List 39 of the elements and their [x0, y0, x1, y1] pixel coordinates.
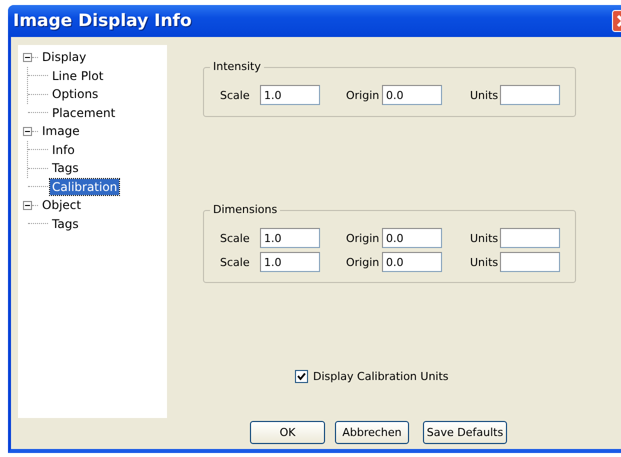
- scale-field[interactable]: 1.0: [260, 252, 320, 272]
- tree-item[interactable]: Calibration: [50, 178, 120, 195]
- field-label: Origin: [346, 88, 380, 102]
- field-label: Units: [470, 88, 500, 102]
- collapse-icon[interactable]: [23, 200, 32, 210]
- origin-field[interactable]: 0.0: [382, 252, 442, 272]
- window-title: Image Display Info: [13, 11, 193, 31]
- units-field[interactable]: [500, 252, 560, 272]
- dialog-button[interactable]: Save Defaults: [423, 421, 507, 444]
- tree-item[interactable]: Tags: [50, 160, 81, 176]
- field-label: Scale: [220, 232, 251, 244]
- field-label: Units: [470, 232, 500, 244]
- scale-field[interactable]: 1.0: [260, 85, 320, 105]
- units-field[interactable]: [500, 228, 560, 248]
- dialog-button[interactable]: OK: [250, 421, 325, 444]
- tree-item[interactable]: Placement: [50, 104, 118, 121]
- tree-item[interactable]: Line Plot: [50, 68, 106, 84]
- field-label: Scale: [220, 256, 251, 268]
- tree-item[interactable]: Image: [40, 123, 82, 140]
- group-title: Intensity: [210, 60, 264, 73]
- units-field[interactable]: [500, 85, 560, 105]
- tree-item[interactable]: Tags: [50, 216, 81, 232]
- scale-field[interactable]: 1.0: [260, 228, 320, 248]
- dialog-button[interactable]: Abbrechen: [335, 421, 409, 444]
- group-title: Dimensions: [210, 203, 280, 216]
- checkbox-label: Display Calibration Units: [313, 370, 449, 383]
- checkbox[interactable]: [295, 370, 308, 383]
- tree-item[interactable]: Object: [40, 197, 84, 214]
- field-label: Origin: [346, 232, 380, 244]
- origin-field[interactable]: 0.0: [382, 228, 442, 248]
- origin-field[interactable]: 0.0: [382, 85, 442, 105]
- tree-item[interactable]: Info: [50, 142, 77, 158]
- field-label: Origin: [346, 256, 380, 268]
- field-label: Units: [470, 256, 500, 268]
- tree-item[interactable]: Display: [40, 49, 88, 66]
- tree-item[interactable]: Options: [50, 86, 100, 102]
- field-label: Scale: [220, 88, 251, 102]
- collapse-icon[interactable]: [23, 52, 32, 62]
- collapse-icon[interactable]: [23, 126, 32, 136]
